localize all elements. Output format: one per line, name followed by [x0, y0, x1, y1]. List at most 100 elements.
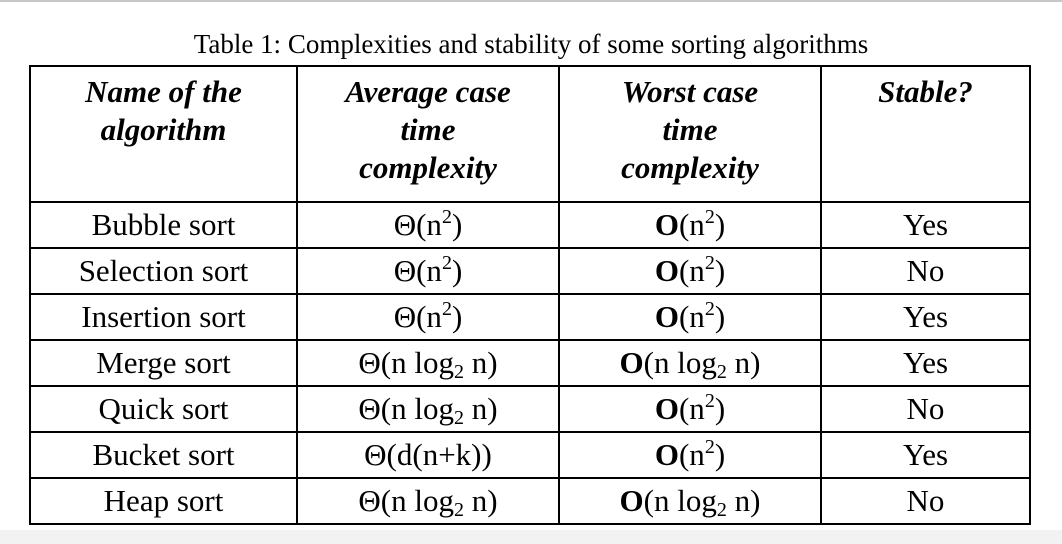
average-complexity: Θ(n log2 n)	[296, 339, 560, 387]
big-o-letter: O	[654, 299, 679, 334]
header-average-line: time	[400, 112, 456, 147]
complexity-text: Θ(n log	[358, 391, 454, 426]
stable-value: Yes	[820, 201, 1031, 249]
algorithm-name: Bucket sort	[29, 431, 298, 479]
complexity-exponent: 2	[441, 252, 452, 274]
complexity-text: (n log	[643, 483, 717, 518]
big-o-letter: O	[654, 437, 679, 472]
complexity-log-base: 2	[716, 499, 727, 521]
algorithm-name: Bubble sort	[29, 201, 298, 249]
top-rule	[0, 0, 1062, 2]
table-caption: Table 1: Complexities and stability of s…	[193, 29, 869, 59]
complexity-text: (n log	[643, 345, 717, 380]
complexity-log-base: 2	[716, 361, 727, 383]
header-stable: Stable?	[820, 65, 1031, 203]
bottom-band	[0, 530, 1062, 544]
complexity-text: n)	[726, 345, 761, 380]
complexity-log-base: 2	[454, 407, 464, 429]
stable-value: No	[820, 477, 1031, 525]
header-worst: Worst case time complexity	[558, 65, 822, 203]
big-o-letter: O	[654, 391, 679, 426]
complexity-exponent: 2	[704, 390, 715, 412]
complexity-text: Θ(n	[393, 299, 442, 334]
complexity-text: )	[714, 253, 726, 288]
complexity-text: Θ(n log	[358, 483, 454, 518]
header-name-line: algorithm	[100, 112, 227, 147]
complexity-exponent: 2	[441, 206, 452, 228]
big-o-letter: O	[619, 483, 644, 518]
complexity-text: (n	[678, 207, 705, 242]
header-average-line: complexity	[359, 150, 497, 185]
average-complexity: Θ(n log2 n)	[296, 385, 560, 433]
complexity-text: n)	[464, 483, 498, 518]
sorting-algorithms-table: Name of the algorithm Average case time …	[29, 65, 1031, 525]
stable-value: Yes	[820, 431, 1031, 479]
header-average: Average case time complexity	[296, 65, 560, 203]
worst-complexity: O(n log2 n)	[558, 339, 822, 387]
worst-complexity: O(n2)	[558, 293, 822, 341]
complexity-text: )	[714, 299, 726, 334]
stable-value: Yes	[820, 293, 1031, 341]
complexity-text: )	[714, 207, 726, 242]
stable-value: No	[820, 385, 1031, 433]
complexity-exponent: 2	[441, 298, 452, 320]
stable-value: No	[820, 247, 1031, 295]
complexity-text: )	[451, 207, 463, 242]
complexity-text: (n	[678, 391, 705, 426]
average-complexity: Θ(n2)	[296, 247, 560, 295]
algorithm-name: Merge sort	[29, 339, 298, 387]
complexity-exponent: 2	[704, 298, 715, 320]
worst-complexity: O(n2)	[558, 247, 822, 295]
header-average-line: Average case	[345, 74, 511, 109]
algorithm-name: Selection sort	[29, 247, 298, 295]
complexity-text: (n	[678, 253, 705, 288]
algorithm-name: Quick sort	[29, 385, 298, 433]
complexity-text: n)	[726, 483, 761, 518]
big-o-letter: O	[619, 345, 644, 380]
table-row: Merge sort Θ(n log2 n) O(n log2 n) Yes	[29, 339, 1031, 387]
complexity-text: (n	[678, 437, 705, 472]
big-o-letter: O	[654, 207, 679, 242]
table-row: Selection sort Θ(n2) O(n2) No	[29, 247, 1031, 295]
complexity-text: )	[451, 299, 463, 334]
complexity-text: Θ(d(n+k))	[364, 437, 492, 472]
header-name: Name of the algorithm	[29, 65, 298, 203]
worst-complexity: O(n2)	[558, 385, 822, 433]
header-row: Name of the algorithm Average case time …	[29, 65, 1031, 203]
header-worst-line: Worst case	[621, 74, 759, 109]
table-body: Bubble sort Θ(n2) O(n2) Yes Selection sort Θ(…	[29, 201, 1031, 525]
complexity-text: Θ(n	[393, 253, 442, 288]
big-o-letter: O	[654, 253, 679, 288]
average-complexity: Θ(n2)	[296, 201, 560, 249]
header-stable-line: Stable?	[878, 74, 973, 109]
complexity-text: )	[714, 391, 726, 426]
worst-complexity: O(n log2 n)	[558, 477, 822, 525]
complexity-text: )	[714, 437, 726, 472]
algorithm-name: Heap sort	[29, 477, 298, 525]
table-row: Bucket sort Θ(d(n+k)) O(n2) Yes	[29, 431, 1031, 479]
worst-complexity: O(n2)	[558, 201, 822, 249]
table-row: Quick sort Θ(n log2 n) O(n2) No	[29, 385, 1031, 433]
average-complexity: Θ(d(n+k))	[296, 431, 560, 479]
average-complexity: Θ(n2)	[296, 293, 560, 341]
complexity-text: Θ(n	[393, 207, 442, 242]
complexity-text: n)	[464, 391, 498, 426]
complexity-exponent: 2	[704, 252, 715, 274]
table-row: Insertion sort Θ(n2) O(n2) Yes	[29, 293, 1031, 341]
complexity-text: (n	[678, 299, 705, 334]
complexity-text: )	[451, 253, 463, 288]
worst-complexity: O(n2)	[558, 431, 822, 479]
complexity-exponent: 2	[704, 436, 715, 458]
complexity-log-base: 2	[454, 361, 464, 383]
complexity-text: n)	[464, 345, 498, 380]
stable-value: Yes	[820, 339, 1031, 387]
table-row: Bubble sort Θ(n2) O(n2) Yes	[29, 201, 1031, 249]
complexity-exponent: 2	[704, 206, 715, 228]
algorithm-name: Insertion sort	[29, 293, 298, 341]
header-worst-line: complexity	[621, 150, 759, 185]
average-complexity: Θ(n log2 n)	[296, 477, 560, 525]
complexity-log-base: 2	[454, 499, 464, 521]
header-name-line: Name of the	[85, 74, 242, 109]
table-row: Heap sort Θ(n log2 n) O(n log2 n) No	[29, 477, 1031, 525]
header-worst-line: time	[662, 112, 718, 147]
